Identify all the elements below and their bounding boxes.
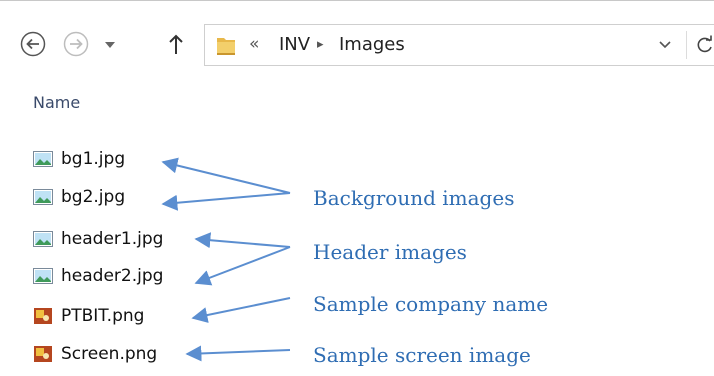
- annotation-header-images: Header images: [313, 240, 467, 264]
- annotation-sample-screen-image: Sample screen image: [313, 343, 531, 367]
- arrow-to-header1: [194, 232, 291, 249]
- arrow-to-header2: [194, 246, 291, 286]
- arrow-to-screen: [185, 345, 291, 362]
- annotation-background-images: Background images: [313, 186, 515, 210]
- annotation-sample-company-name: Sample company name: [313, 292, 549, 316]
- arrow-to-ptbit: [191, 297, 291, 323]
- arrow-to-bg2: [161, 192, 291, 211]
- arrow-to-bg1: [161, 157, 291, 194]
